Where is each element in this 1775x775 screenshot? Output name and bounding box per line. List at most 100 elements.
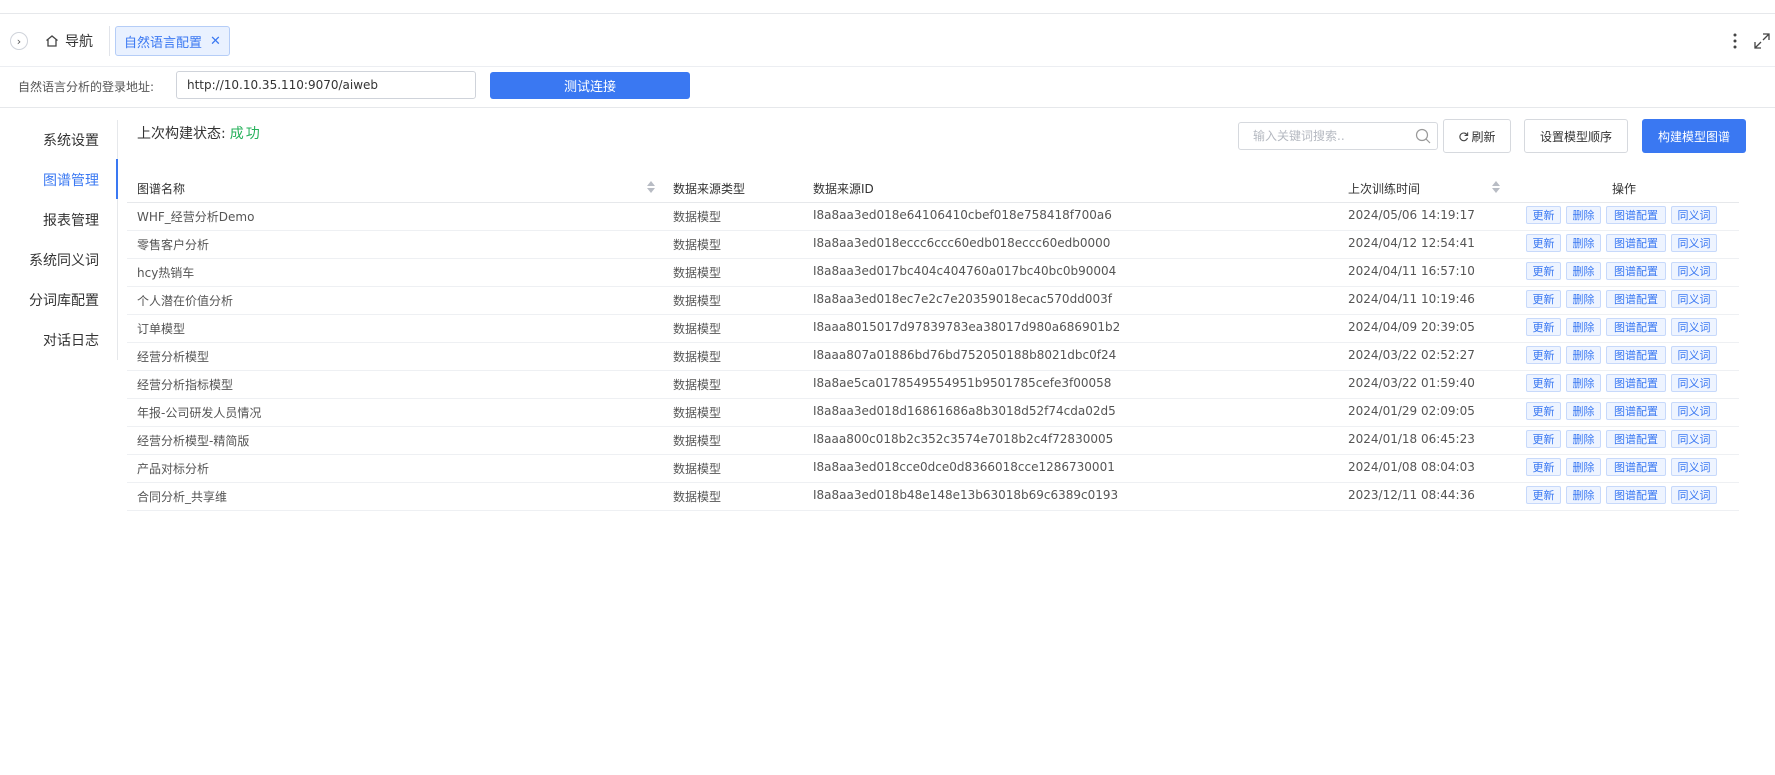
search-box[interactable] bbox=[1238, 122, 1438, 150]
graph-config-button[interactable]: 图谱配置 bbox=[1606, 318, 1666, 336]
close-icon[interactable]: ✕ bbox=[210, 34, 221, 49]
home-icon bbox=[46, 35, 58, 47]
build-status-value: 成功 bbox=[229, 126, 262, 142]
row-actions: 更新 删除 图谱配置 同义词 bbox=[1526, 318, 1717, 336]
update-button[interactable]: 更新 bbox=[1526, 402, 1561, 420]
search-input[interactable] bbox=[1239, 123, 1437, 149]
update-button[interactable]: 更新 bbox=[1526, 346, 1561, 364]
table-row: 经营分析模型 数据模型 I8aaa807a01886bd76bd752050188b… bbox=[127, 343, 1739, 371]
delete-button[interactable]: 删除 bbox=[1566, 318, 1601, 336]
cell-source-type: 数据模型 bbox=[673, 294, 722, 308]
cell-source-type: 数据模型 bbox=[673, 434, 722, 448]
update-button[interactable]: 更新 bbox=[1526, 374, 1561, 392]
synonym-button[interactable]: 同义词 bbox=[1671, 262, 1717, 280]
delete-button[interactable]: 删除 bbox=[1566, 206, 1601, 224]
cell-graph-name: 经营分析指标模型 bbox=[137, 378, 234, 392]
cell-last-train-time: 2024/04/11 10:19:46 bbox=[1348, 292, 1475, 306]
delete-button[interactable]: 删除 bbox=[1566, 402, 1601, 420]
table-row: 经营分析指标模型 数据模型 I8a8ae5ca0178549554951b95017… bbox=[127, 371, 1739, 399]
cell-last-train-time: 2024/04/09 20:39:05 bbox=[1348, 320, 1475, 334]
refresh-button[interactable]: 刷新 bbox=[1443, 119, 1511, 153]
test-connection-button[interactable]: 测试连接 bbox=[490, 72, 690, 99]
synonym-button[interactable]: 同义词 bbox=[1671, 290, 1717, 308]
col-last-train-time: 上次训练时间 bbox=[1348, 182, 1421, 196]
col-actions: 操作 bbox=[1612, 182, 1637, 196]
synonym-button[interactable]: 同义词 bbox=[1671, 206, 1717, 224]
row-actions: 更新 删除 图谱配置 同义词 bbox=[1526, 262, 1717, 280]
nav-home-tab[interactable]: 导航 bbox=[45, 30, 93, 52]
synonym-button[interactable]: 同义词 bbox=[1671, 458, 1717, 476]
cell-last-train-time: 2024/04/11 16:57:10 bbox=[1348, 264, 1475, 278]
model-order-button[interactable]: 设置模型顺序 bbox=[1524, 119, 1628, 153]
update-button[interactable]: 更新 bbox=[1526, 430, 1561, 448]
delete-button[interactable]: 删除 bbox=[1566, 290, 1601, 308]
refresh-label: 刷新 bbox=[1471, 129, 1496, 144]
tab-label: 自然语言配置 bbox=[124, 35, 203, 51]
graph-config-button[interactable]: 图谱配置 bbox=[1606, 402, 1666, 420]
delete-button[interactable]: 删除 bbox=[1566, 374, 1601, 392]
graph-config-button[interactable]: 图谱配置 bbox=[1606, 458, 1666, 476]
sidebar-item-system-settings[interactable]: 系统设置 bbox=[43, 130, 99, 150]
synonym-button[interactable]: 同义词 bbox=[1671, 374, 1717, 392]
delete-button[interactable]: 删除 bbox=[1566, 346, 1601, 364]
table-row: 个人潜在价值分析 数据模型 I8a8aa3ed018ec7e2c7e20359018… bbox=[127, 287, 1739, 315]
search-icon[interactable] bbox=[1415, 128, 1431, 144]
graph-config-button[interactable]: 图谱配置 bbox=[1606, 234, 1666, 252]
cell-graph-name: 产品对标分析 bbox=[137, 462, 210, 476]
cell-source-type: 数据模型 bbox=[673, 406, 722, 420]
row-actions: 更新 删除 图谱配置 同义词 bbox=[1526, 346, 1717, 364]
update-button[interactable]: 更新 bbox=[1526, 206, 1561, 224]
graph-config-button[interactable]: 图谱配置 bbox=[1606, 430, 1666, 448]
graph-config-button[interactable]: 图谱配置 bbox=[1606, 486, 1666, 504]
tab-bar: › 导航 自然语言配置 ✕ bbox=[0, 14, 1775, 67]
delete-button[interactable]: 删除 bbox=[1566, 262, 1601, 280]
cell-source-type: 数据模型 bbox=[673, 322, 722, 336]
fullscreen-icon[interactable] bbox=[1753, 32, 1771, 50]
row-actions: 更新 删除 图谱配置 同义词 bbox=[1526, 290, 1717, 308]
graph-config-button[interactable]: 图谱配置 bbox=[1606, 374, 1666, 392]
active-indicator bbox=[116, 159, 118, 199]
cell-last-train-time: 2024/03/22 02:52:27 bbox=[1348, 348, 1475, 362]
cell-source-id: I8a8aa3ed018ec7e2c7e20359018ecac570dd003… bbox=[813, 292, 1112, 306]
update-button[interactable]: 更新 bbox=[1526, 318, 1561, 336]
delete-button[interactable]: 删除 bbox=[1566, 234, 1601, 252]
sidebar-item-report-management[interactable]: 报表管理 bbox=[43, 210, 99, 230]
update-button[interactable]: 更新 bbox=[1526, 458, 1561, 476]
synonym-button[interactable]: 同义词 bbox=[1671, 486, 1717, 504]
update-button[interactable]: 更新 bbox=[1526, 486, 1561, 504]
graph-config-button[interactable]: 图谱配置 bbox=[1606, 262, 1666, 280]
refresh-icon bbox=[1459, 131, 1469, 141]
graph-config-button[interactable]: 图谱配置 bbox=[1606, 346, 1666, 364]
delete-button[interactable]: 删除 bbox=[1566, 486, 1601, 504]
synonym-button[interactable]: 同义词 bbox=[1671, 430, 1717, 448]
tab-nlp-config[interactable]: 自然语言配置 ✕ bbox=[115, 26, 230, 56]
update-button[interactable]: 更新 bbox=[1526, 262, 1561, 280]
graph-config-button[interactable]: 图谱配置 bbox=[1606, 290, 1666, 308]
synonym-button[interactable]: 同义词 bbox=[1671, 234, 1717, 252]
sort-icon[interactable] bbox=[1491, 180, 1501, 194]
cell-graph-name: 订单模型 bbox=[137, 322, 186, 336]
url-input[interactable] bbox=[176, 71, 476, 99]
synonym-button[interactable]: 同义词 bbox=[1671, 346, 1717, 364]
side-nav: 系统设置 图谱管理 报表管理 系统同义词 分词库配置 对话日志 bbox=[0, 120, 118, 360]
build-graph-button[interactable]: 构建模型图谱 bbox=[1642, 119, 1746, 153]
graph-config-button[interactable]: 图谱配置 bbox=[1606, 206, 1666, 224]
table-row: 零售客户分析 数据模型 I8a8aa3ed018eccc6ccc60edb018ec… bbox=[127, 231, 1739, 259]
chevron-right-icon[interactable]: › bbox=[10, 32, 28, 50]
cell-source-id: I8a8ae5ca0178549554951b9501785cefe3f0005… bbox=[813, 376, 1112, 390]
sort-icon[interactable] bbox=[646, 180, 656, 194]
delete-button[interactable]: 删除 bbox=[1566, 430, 1601, 448]
sidebar-item-tokenizer-config[interactable]: 分词库配置 bbox=[29, 290, 99, 310]
update-button[interactable]: 更新 bbox=[1526, 234, 1561, 252]
update-button[interactable]: 更新 bbox=[1526, 290, 1561, 308]
cell-source-id: I8aaa807a01886bd76bd752050188b8021dbc0f2… bbox=[813, 348, 1117, 362]
synonym-button[interactable]: 同义词 bbox=[1671, 402, 1717, 420]
delete-button[interactable]: 删除 bbox=[1566, 458, 1601, 476]
synonym-button[interactable]: 同义词 bbox=[1671, 318, 1717, 336]
sidebar-item-graph-management[interactable]: 图谱管理 bbox=[43, 170, 99, 190]
sidebar-item-system-synonyms[interactable]: 系统同义词 bbox=[29, 250, 99, 270]
sidebar-item-dialog-log[interactable]: 对话日志 bbox=[43, 330, 99, 350]
more-vertical-icon[interactable] bbox=[1729, 30, 1741, 52]
cell-source-id: I8a8aa3ed018b48e148e13b63018b69c6389c019… bbox=[813, 488, 1119, 502]
tab-divider bbox=[109, 26, 110, 56]
